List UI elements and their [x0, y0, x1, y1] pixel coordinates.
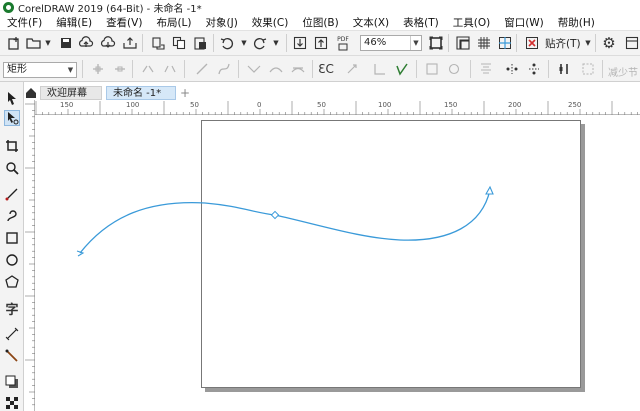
bezier-curve[interactable]: [79, 189, 491, 254]
curve-mid-node[interactable]: [270, 210, 280, 220]
curve-end-node[interactable]: [485, 185, 494, 195]
curve-start-node[interactable]: [76, 250, 85, 257]
drawing-layer: [76, 185, 494, 257]
